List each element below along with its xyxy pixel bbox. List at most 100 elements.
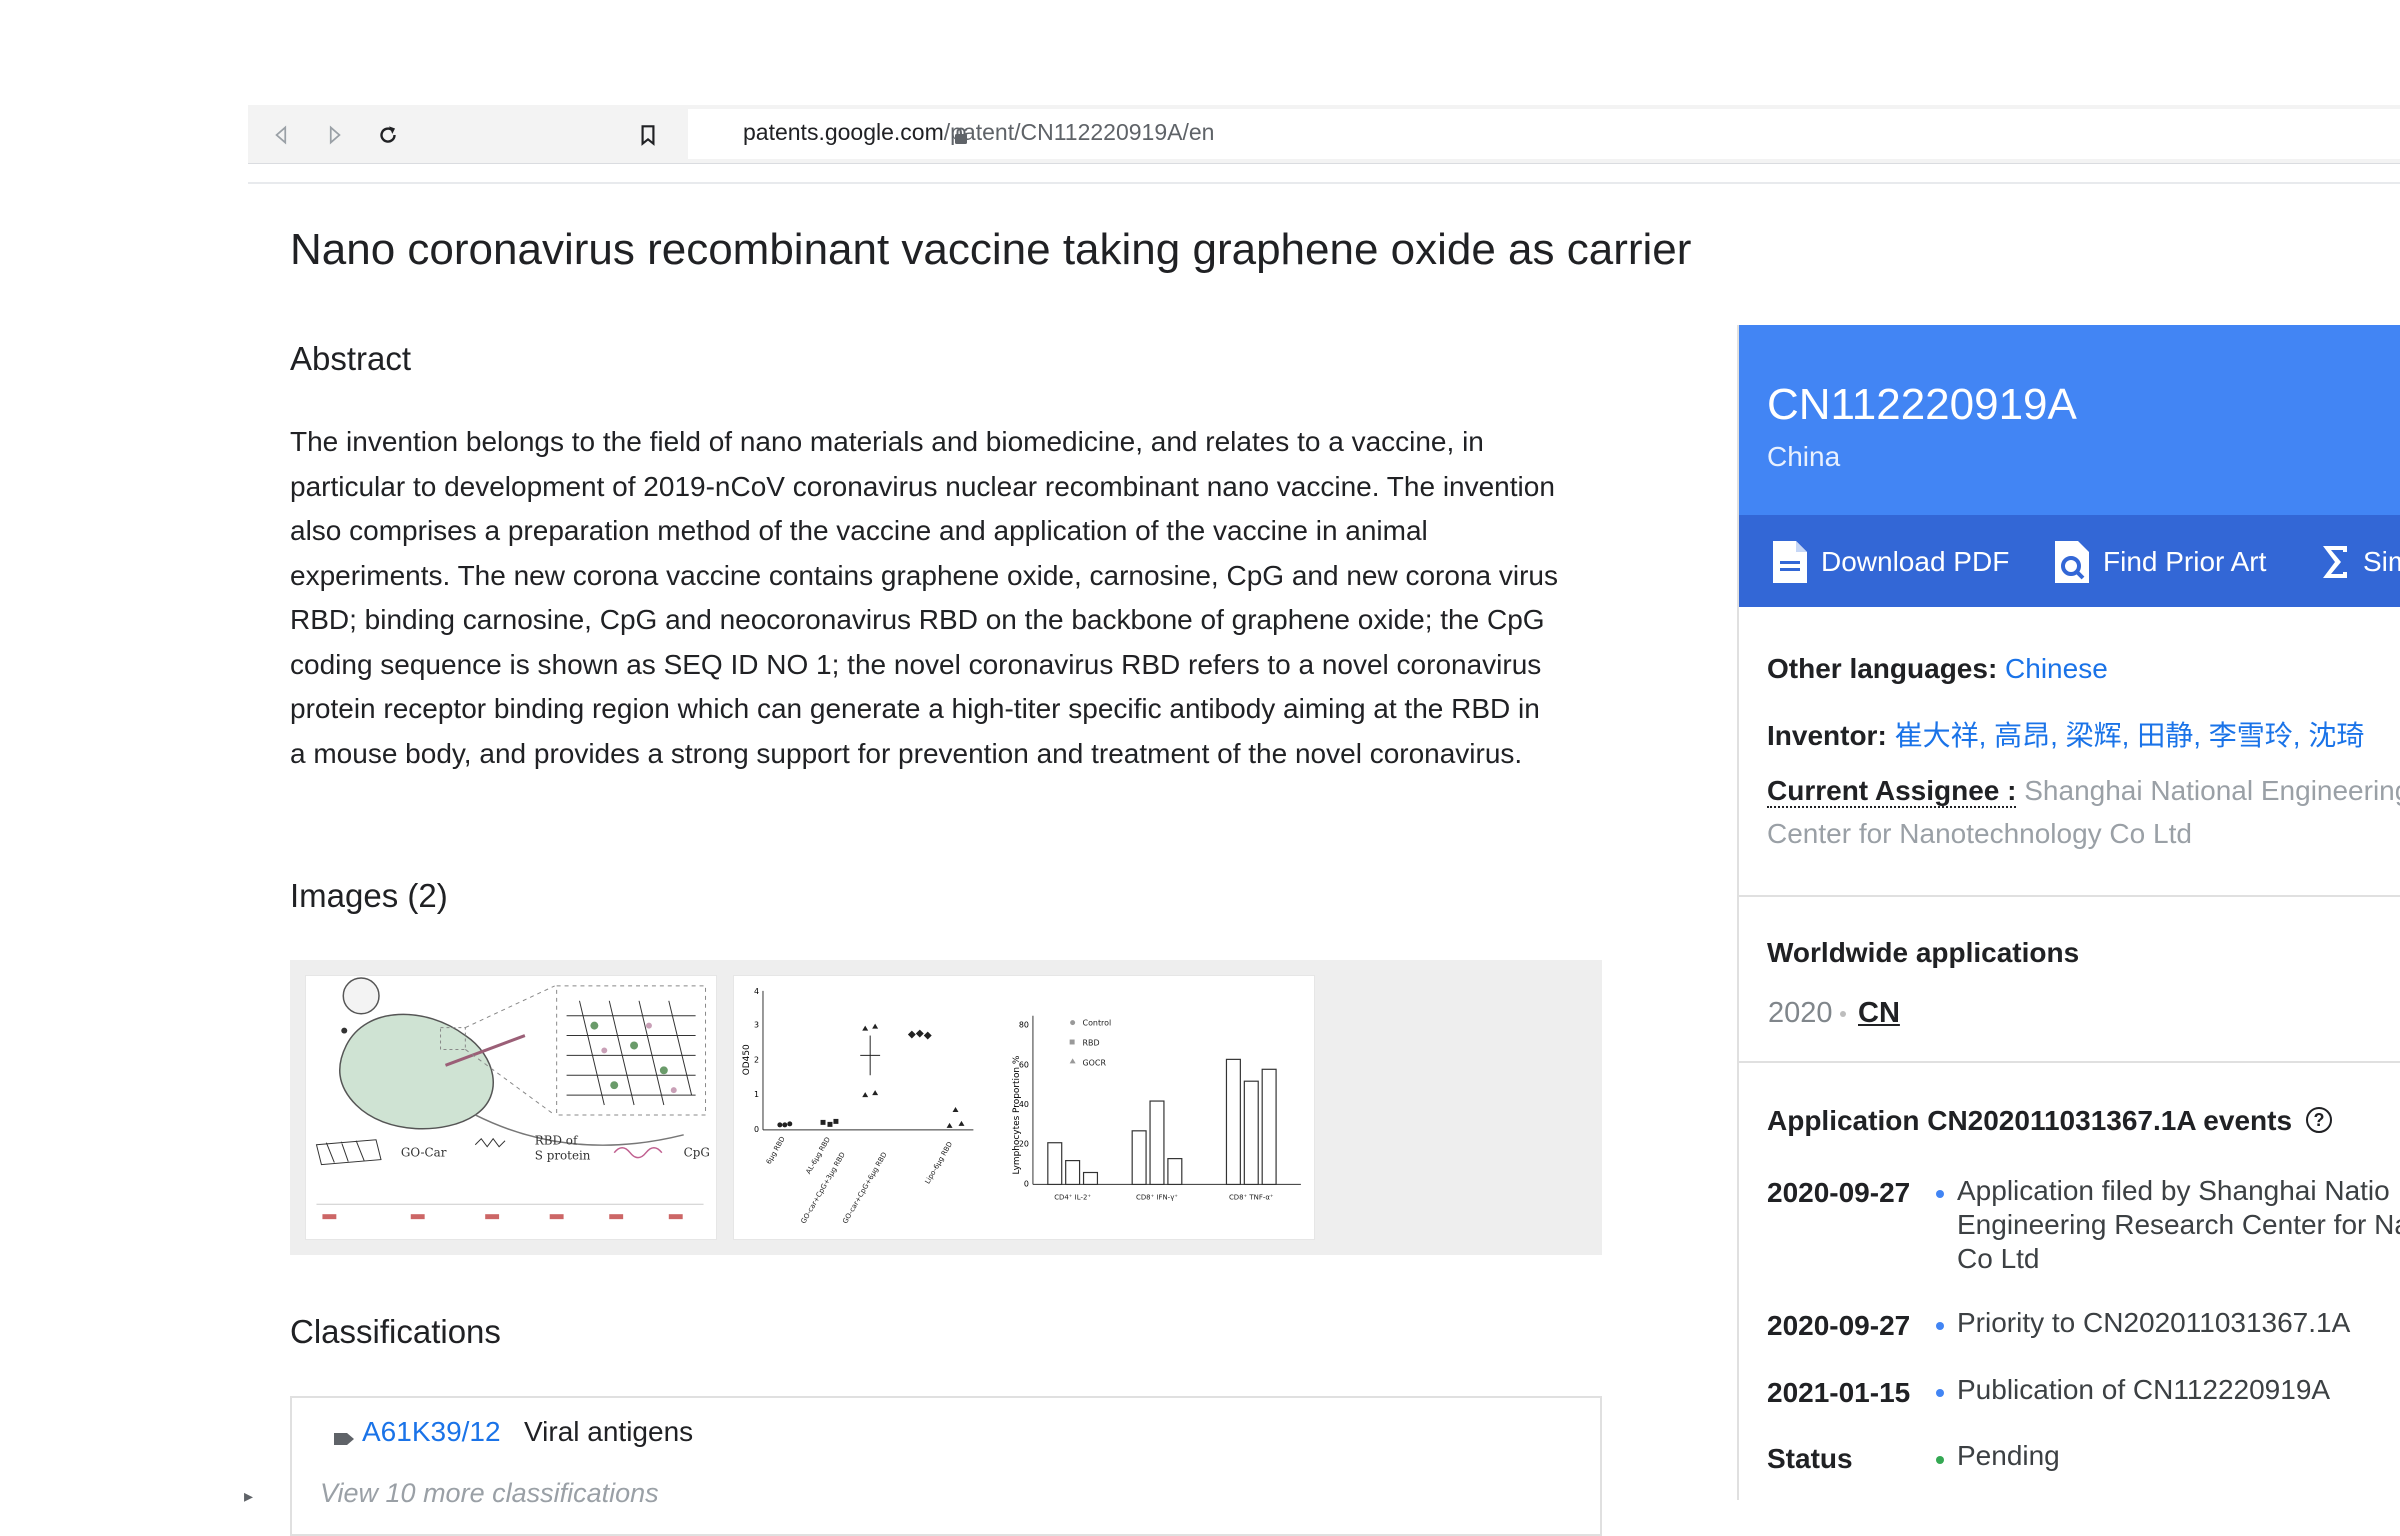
images-strip: GO-Car RBD of S protein CpG OD450 0 1 2 … xyxy=(290,960,1602,1255)
abstract-text: The invention belongs to the field of na… xyxy=(290,426,1558,769)
fig2-ytick-left-4: 4 xyxy=(754,987,759,996)
find-prior-art-label: Find Prior Art xyxy=(2103,546,2267,577)
panel-divider xyxy=(1739,895,2400,897)
worldwide-applications-heading: Worldwide applications xyxy=(1767,937,2080,968)
fig2-xlabel-left-0: 6μg RBD xyxy=(765,1135,787,1165)
classification-code-link[interactable]: A61K39/12 xyxy=(362,1416,501,1448)
back-button[interactable] xyxy=(266,119,298,151)
event-date: 2020-09-27 xyxy=(1767,1310,1911,1341)
inventor-row: Inventor: 崔大祥, 高昂, 梁辉, 田静, 李雪玲, 沈琦 xyxy=(1767,714,2364,754)
download-pdf-button[interactable]: Download PDF xyxy=(1771,537,2009,587)
forward-arrow-icon xyxy=(329,125,341,145)
url-text[interactable]: patents.google.com/patent/CN112220919A/e… xyxy=(743,119,1214,145)
patent-figure-1[interactable]: GO-Car RBD of S protein CpG xyxy=(305,975,717,1240)
other-language-link[interactable]: Chinese xyxy=(2005,653,2108,684)
classifications-heading: Classifications xyxy=(290,1313,501,1350)
publication-number: CN112220919A xyxy=(1767,380,2077,429)
assignee-line-1: Shanghai National Engineering xyxy=(2024,775,2400,806)
reload-icon xyxy=(380,126,396,143)
classifications-box: A61K39/12 Viral antigens View 10 more cl… xyxy=(290,1396,1602,1536)
assignee-label[interactable]: Current Assignee : xyxy=(1767,775,2017,808)
header-divider xyxy=(248,182,2400,184)
view-more-classifications-link[interactable]: View 10 more classifications xyxy=(320,1478,659,1509)
fig2-xlabel-right-1: CD8⁺ IFN-γ⁺ xyxy=(1136,1193,1178,1201)
download-pdf-label: Download PDF xyxy=(1821,546,2010,577)
fig2-ytick-left-1: 1 xyxy=(754,1090,759,1099)
timeline-dot xyxy=(1936,1190,1944,1198)
publication-country: China xyxy=(1767,441,1841,472)
status-value: Pending xyxy=(1957,1439,2060,1473)
fig2-xlabel-left-1: AL-6μg RBD xyxy=(804,1136,832,1176)
label-tag-icon xyxy=(334,1433,354,1445)
inventor-label: Inventor: xyxy=(1767,720,1887,751)
classification-description: Viral antigens xyxy=(524,1416,694,1447)
status-label: Status xyxy=(1767,1443,1853,1474)
mouse-illustration: GO-Car RBD of S protein CpG xyxy=(315,977,710,1220)
events-heading: Application CN202011031367.1A events xyxy=(1767,1105,2293,1136)
sigma-icon xyxy=(2323,546,2347,578)
bookmark-icon xyxy=(641,125,655,146)
fig1-label-sprotein: S protein xyxy=(535,1149,591,1163)
find-prior-art-button[interactable]: Find Prior Art xyxy=(2053,537,2266,587)
worldwide-country-link[interactable]: CN xyxy=(1858,997,1900,1030)
help-icon[interactable]: ? xyxy=(2306,1107,2332,1133)
expand-caret-icon[interactable]: ▸ xyxy=(244,1486,253,1507)
status-dot xyxy=(1936,1456,1944,1464)
worldwide-year: 2020 xyxy=(1768,997,1833,1029)
event-date: 2020-09-27 xyxy=(1767,1177,1911,1208)
status-text: Pending xyxy=(1957,1440,2060,1471)
event-text: Publication of CN112220919A xyxy=(1957,1373,2330,1407)
search-document-icon xyxy=(2055,541,2089,583)
event-text-line: Publication of CN112220919A xyxy=(1957,1374,2331,1405)
fig2-legend-0: Control xyxy=(1083,1019,1112,1028)
assignee-row: Current Assignee : Shanghai National Eng… xyxy=(1767,775,2400,808)
timeline-dot xyxy=(1936,1322,1944,1330)
event-text-line: Application filed by Shanghai Natio xyxy=(1957,1175,2390,1206)
url-path: /patent/CN112220919A/en xyxy=(943,119,1215,145)
fig2-xlabel-left-3: GO-car+CpG+6μg RBD xyxy=(841,1151,888,1225)
fig2-legend-2: GOCR xyxy=(1083,1058,1107,1067)
browser-toolbar: patents.google.com/patent/CN112220919A/e… xyxy=(248,105,2400,164)
timeline-dot xyxy=(1936,1389,1944,1397)
fig2-ytick-right-3: 60 xyxy=(1019,1060,1029,1069)
fig2-ytick-left-0: 0 xyxy=(754,1125,759,1134)
assignee-line-2: Center for Nanotechnology Co Ltd xyxy=(1767,818,2192,849)
abstract-heading: Abstract xyxy=(290,340,412,377)
action-bar: Download PDF Find Prior Art Similar xyxy=(1739,515,2400,607)
inventor-links[interactable]: 崔大祥, 高昂, 梁辉, 田静, 李雪玲, 沈琦 xyxy=(1895,720,2365,751)
forward-button[interactable] xyxy=(318,119,350,151)
results-chart-figure: OD450 0 1 2 3 4 6μg RBD AL-6μg RBD GO-ca… xyxy=(742,987,1301,1225)
bookmark-button[interactable] xyxy=(632,119,664,151)
fig2-xlabel-right-0: CD4⁺ IL-2⁺ xyxy=(1054,1193,1091,1201)
other-languages-label: Other languages: xyxy=(1767,653,1998,684)
fig1-label-cpg: CpG xyxy=(684,1146,710,1160)
side-panel-header: CN112220919A China xyxy=(1739,325,2400,515)
page-title: Nano coronavirus recombinant vaccine tak… xyxy=(290,225,1692,274)
fig2-ytick-right-0: 0 xyxy=(1024,1179,1029,1188)
fig2-ylabel-left: OD450 xyxy=(742,1044,752,1075)
similar-label: Similar xyxy=(2363,546,2400,577)
reload-button[interactable] xyxy=(372,119,404,151)
separator-dot xyxy=(1840,1011,1846,1017)
event-text: Priority to CN202011031367.1A xyxy=(1957,1306,2350,1340)
event-text-line: Co Ltd xyxy=(1957,1243,2040,1274)
fig2-xlabel-left-4: Lipo-6μg RBD xyxy=(924,1140,955,1185)
panel-divider xyxy=(1739,1061,2400,1063)
patent-side-panel: CN112220919A China Download PDF Find Pri… xyxy=(1737,325,2400,1500)
url-domain: patents.google.com xyxy=(743,119,944,145)
similar-button[interactable]: Similar xyxy=(2319,537,2400,587)
document-icon xyxy=(1773,541,1807,583)
event-text-line: Priority to CN202011031367.1A xyxy=(1957,1307,2351,1338)
back-arrow-icon xyxy=(275,125,287,145)
event-text: Application filed by Shanghai Natio Engi… xyxy=(1957,1174,2400,1276)
other-languages-row: Other languages: Chinese xyxy=(1767,653,2108,685)
fig2-ylabel-right: Lymphocytes Proportion % xyxy=(1012,1056,1022,1175)
patent-figure-2[interactable]: OD450 0 1 2 3 4 6μg RBD AL-6μg RBD GO-ca… xyxy=(733,975,1315,1240)
fig2-ytick-right-2: 40 xyxy=(1019,1100,1029,1109)
fig2-xlabel-left-2: GO-car+CpG+3μg RBD xyxy=(799,1151,846,1225)
fig2-ytick-right-1: 20 xyxy=(1019,1140,1029,1149)
fig2-xlabel-right-2: CD8⁺ TNF-α⁺ xyxy=(1229,1193,1274,1201)
fig2-ytick-right-4: 80 xyxy=(1019,1021,1029,1030)
fig1-label-gocar: GO-Car xyxy=(401,1146,447,1160)
event-text-line: Engineering Research Center for Na xyxy=(1957,1209,2400,1240)
